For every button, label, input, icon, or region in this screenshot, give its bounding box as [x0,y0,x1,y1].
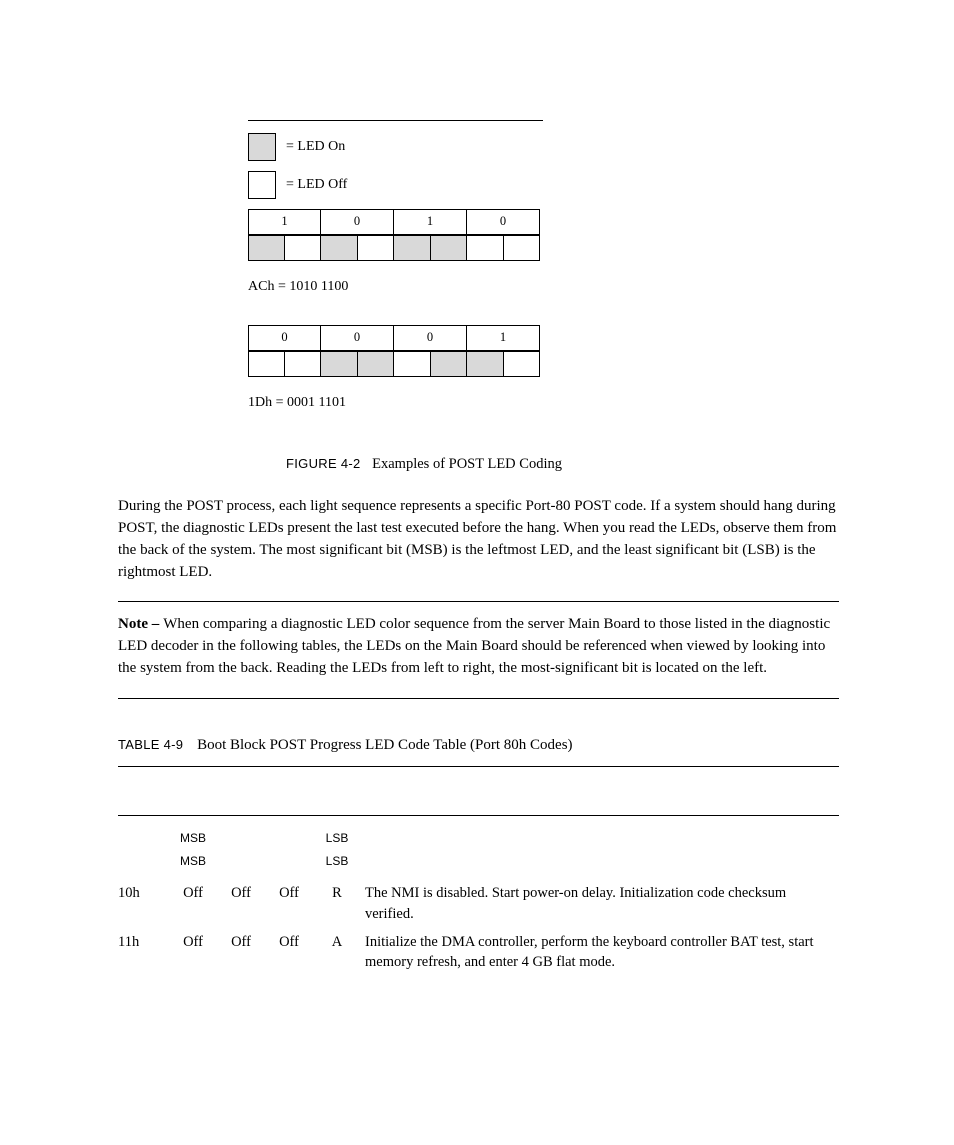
nibble-bot-cell [248,351,285,377]
nibble-top-cell: 1 [248,209,321,235]
page: = LED On = LED Off 1010 ACh = 1010 1100 … [0,0,954,1145]
nibble-bot-cell [248,235,285,261]
col-lsb: LSB [317,816,365,849]
nibble-bot-cell [394,235,431,261]
nibble-bot-cell [431,351,468,377]
legend-swatch-off [248,171,276,199]
cell-led: Off [221,928,269,977]
table-caption: TABLE 4-9 Boot Block POST Progress LED C… [118,735,839,756]
legend-label-off: = LED Off [286,175,347,195]
nibble-block-1: 1010 [248,209,839,261]
col-blank2 [269,816,317,849]
cell-led: R [317,879,365,928]
figure-title: Examples of POST LED Coding [372,456,562,472]
cell-code: 10h [118,879,173,928]
post-code-table: MSB LSB MSB LSB 10hOffOffOffRThe NMI is … [118,816,839,977]
nibble-top-cell: 0 [467,209,540,235]
nibble-top-cell: 0 [248,325,321,351]
nibble-top-cell: 0 [321,325,394,351]
cell-led: Off [173,928,221,977]
segment2-label: 1Dh = 0001 1101 [248,393,839,413]
cell-led: A [317,928,365,977]
nibble-top-cell: 0 [321,209,394,235]
figure-led-coding: = LED On = LED Off 1010 ACh = 1010 1100 … [248,120,839,474]
col-msb-2: MSB [173,849,221,880]
legend-row-on: = LED On [248,133,839,161]
nibble-top-cell: 0 [394,325,467,351]
figure-caption: FIGURE 4-2 Examples of POST LED Coding [286,454,839,474]
nibble-bot-cell [358,235,395,261]
cell-led: Off [173,879,221,928]
nibble-bot-cell [285,235,322,261]
table-row: 11hOffOffOffAInitialize the DMA controll… [118,928,839,977]
cell-desc: The NMI is disabled. Start power-on dela… [365,879,839,928]
nibble-block-2: 0001 [248,325,839,377]
nibble-bot-cell [321,235,358,261]
note-lead: Note – [118,616,159,632]
figure-number: FIGURE 4-2 [286,456,361,471]
nibble-bot-cell [504,351,541,377]
cell-desc: Initialize the DMA controller, perform t… [365,928,839,977]
legend-row-off: = LED Off [248,171,839,199]
nibble-bot-cell [394,351,431,377]
col-lsb-2: LSB [317,849,365,880]
nibble2-top-row: 0001 [248,325,540,351]
table-title: Boot Block POST Progress LED Code Table … [197,737,572,753]
col-blank1 [221,816,269,849]
nibble-bot-cell [467,351,504,377]
nibble-top-cell: 1 [467,325,540,351]
cell-led: Off [269,879,317,928]
legend-top-rule [248,120,543,121]
legend-label-on: = LED On [286,137,345,157]
nibble1-top-row: 1010 [248,209,540,235]
col-code [118,816,173,849]
note-body: When comparing a diagnostic LED color se… [118,616,830,676]
note-bottom-rule [118,698,839,699]
table-head-row-2: MSB LSB [118,849,839,880]
nibble-bot-cell [431,235,468,261]
nibble-bot-cell [321,351,358,377]
col-desc [365,816,839,849]
table-row: 10hOffOffOffRThe NMI is disabled. Start … [118,879,839,928]
nibble-bot-cell [467,235,504,261]
nibble2-bottom-row [248,351,540,377]
note-block: Note –When comparing a diagnostic LED co… [118,614,839,679]
nibble-bot-cell [285,351,322,377]
note-top-rule [118,601,839,602]
legend-swatch-on [248,133,276,161]
segment1-label: ACh = 1010 1100 [248,277,839,297]
nibble-bot-cell [504,235,541,261]
nibble-top-cell: 1 [394,209,467,235]
table-head-row-1: MSB LSB [118,816,839,849]
table-rule-heavy [118,766,839,767]
nibble1-bottom-row [248,235,540,261]
col-msb: MSB [173,816,221,849]
cell-led: Off [269,928,317,977]
table-number: TABLE 4-9 [118,737,183,752]
nibble-bot-cell [358,351,395,377]
cell-code: 11h [118,928,173,977]
post-led-paragraph: During the POST process, each light sequ… [118,496,839,583]
cell-led: Off [221,879,269,928]
